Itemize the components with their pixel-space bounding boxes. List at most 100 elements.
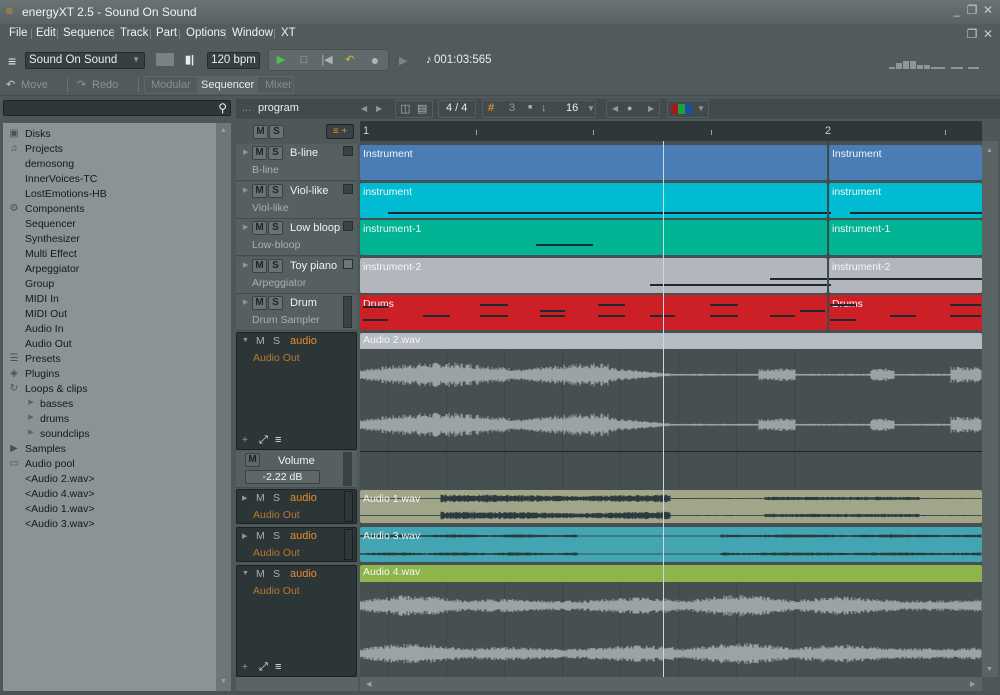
browser-item[interactable]: <Audio 2.wav>: [3, 472, 216, 487]
audio-clip[interactable]: Audio 2.wav: [360, 333, 982, 449]
rewind-icon[interactable]: |◀: [319, 53, 335, 68]
audio-clip[interactable]: Audio 1.wav: [360, 490, 982, 523]
audio-track-header[interactable]: ▼ M Saudio Audio Out + ⤢ ≡: [236, 332, 357, 450]
automation-link-icon[interactable]: ⤢: [259, 434, 268, 447]
add-icon[interactable]: +: [242, 435, 248, 446]
browser-search-input[interactable]: ⚲: [3, 100, 231, 116]
time-signature[interactable]: 4 / 4: [446, 102, 467, 114]
midi-clip[interactable]: instrument-1: [829, 220, 982, 255]
vertical-scrollbar[interactable]: ▲ ▼: [982, 141, 998, 677]
record-icon[interactable]: ●: [367, 53, 383, 68]
menu-window[interactable]: Window: [232, 27, 273, 39]
expand-arrow-icon[interactable]: ▶: [243, 298, 248, 306]
track-header[interactable]: ▶ M S Low bloop Low-bloop: [236, 219, 357, 256]
prev-marker-icon[interactable]: ◀: [612, 104, 618, 113]
midi-clip[interactable]: instrument-2: [360, 257, 827, 293]
mute-button[interactable]: M: [252, 258, 267, 273]
expand-arrow-icon[interactable]: ▶: [25, 413, 37, 421]
expand-arrow-icon[interactable]: ▶: [242, 494, 247, 502]
song-select[interactable]: Sound On Sound ▼: [25, 52, 145, 69]
chevron-down-icon[interactable]: ▼: [587, 104, 595, 113]
snap-value[interactable]: 3: [509, 102, 515, 114]
next-marker-icon[interactable]: ▶: [648, 104, 654, 113]
restore-icon[interactable]: ❐: [965, 3, 979, 17]
master-mute-button[interactable]: M: [253, 125, 268, 139]
play-icon[interactable]: ▶: [273, 53, 289, 68]
metronome-icon[interactable]: ▮|: [185, 53, 194, 66]
play-selection-icon[interactable]: ▶: [399, 54, 407, 67]
track-header[interactable]: ▶ M S Toy piano Arpeggiator: [236, 256, 357, 294]
marker-icon[interactable]: ●: [627, 103, 632, 113]
keyboard-icon[interactable]: [156, 53, 174, 66]
track-output[interactable]: Audio Out: [253, 352, 300, 364]
mute-button[interactable]: M: [256, 568, 265, 580]
browser-item[interactable]: Synthesizer: [3, 232, 216, 247]
browser-item[interactable]: <Audio 1.wav>: [3, 502, 216, 517]
solo-button[interactable]: S: [273, 492, 280, 504]
expand-arrow-icon[interactable]: ▶: [243, 148, 248, 156]
tab-sequencer[interactable]: Sequencer: [197, 77, 259, 93]
browser-item[interactable]: <Audio 4.wav>: [3, 487, 216, 502]
browser-item[interactable]: ↻ Loops & clips: [3, 382, 216, 397]
track-name[interactable]: B-line: [290, 147, 318, 159]
mute-button[interactable]: M: [252, 183, 267, 198]
track-header[interactable]: ▶ M S Viol-like Viol-like: [236, 181, 357, 219]
browser-scrollbar[interactable]: ▲ ▼: [216, 123, 231, 691]
track-name[interactable]: audio: [290, 335, 317, 347]
mute-button[interactable]: M: [252, 296, 267, 310]
browser-item[interactable]: ▶ soundclips: [3, 427, 216, 442]
solo-button[interactable]: S: [273, 530, 280, 542]
expand-arrow-icon[interactable]: ▶: [25, 428, 37, 436]
add-track-button[interactable]: ≡ +: [326, 124, 354, 139]
mute-button[interactable]: M: [256, 530, 265, 542]
tab-mixer[interactable]: Mixer: [265, 79, 292, 91]
scroll-down-icon[interactable]: ▼: [220, 678, 227, 685]
undo-icon[interactable]: ↶: [6, 78, 15, 91]
menu-options[interactable]: Options: [186, 27, 226, 39]
browser-item[interactable]: demosong: [3, 157, 216, 172]
track-color-box[interactable]: [343, 146, 353, 156]
solo-button[interactable]: S: [273, 568, 280, 580]
browser-item[interactable]: ☰ Presets: [3, 352, 216, 367]
track-header[interactable]: ▶ M S Drum Drum Sampler: [236, 294, 357, 331]
browser-item[interactable]: Group: [3, 277, 216, 292]
browser-item[interactable]: Sequencer: [3, 217, 216, 232]
mute-button[interactable]: M: [252, 146, 267, 160]
minimize-icon[interactable]: _: [950, 3, 964, 17]
track-name[interactable]: Low bloop: [290, 222, 340, 234]
automation-mute-button[interactable]: M: [245, 453, 260, 467]
solo-button[interactable]: S: [268, 146, 283, 160]
browser-item[interactable]: ▣ Disks: [3, 127, 216, 142]
audio-track-header[interactable]: ▶ M Saudio Audio Out: [236, 527, 357, 562]
close-icon[interactable]: ✕: [981, 27, 995, 41]
solo-button[interactable]: S: [268, 258, 283, 273]
automation-link-icon[interactable]: ⤢: [259, 661, 268, 674]
close-icon[interactable]: ✕: [981, 3, 995, 17]
midi-clip[interactable]: instrument-2: [829, 257, 982, 293]
next-icon[interactable]: ▶: [376, 104, 382, 113]
solo-button[interactable]: S: [273, 335, 280, 347]
menu-part[interactable]: Part: [156, 27, 177, 39]
expand-arrow-icon[interactable]: ▶: [243, 223, 248, 231]
chevron-down-icon[interactable]: ▼: [697, 104, 705, 113]
restore-icon[interactable]: ❐: [965, 27, 979, 41]
quantize-select[interactable]: 16: [566, 102, 578, 114]
scroll-left-icon[interactable]: ◀: [366, 680, 371, 688]
mute-button[interactable]: M: [252, 221, 267, 235]
menu-track[interactable]: Track: [120, 27, 148, 39]
loop-icon[interactable]: ↶: [342, 53, 358, 68]
add-icon[interactable]: +: [242, 662, 248, 673]
browser-item[interactable]: <Audio 3.wav>: [3, 517, 216, 532]
scroll-right-icon[interactable]: ▶: [970, 680, 975, 688]
scroll-up-icon[interactable]: ▲: [220, 127, 227, 134]
list-icon[interactable]: ≡: [275, 434, 281, 446]
more-button[interactable]: ...: [242, 102, 251, 114]
audio-clip[interactable]: Audio 4.wav: [360, 565, 982, 677]
collapse-arrow-icon[interactable]: ▼: [242, 570, 249, 577]
split-vertical-icon[interactable]: ◫: [400, 102, 410, 115]
audio-track-header[interactable]: ▶ M Saudio Audio Out: [236, 489, 357, 524]
track-color-box[interactable]: [343, 183, 353, 194]
redo-button[interactable]: Redo: [92, 79, 118, 91]
browser-item[interactable]: Audio Out: [3, 337, 216, 352]
color-swatch-green[interactable]: [678, 104, 685, 114]
